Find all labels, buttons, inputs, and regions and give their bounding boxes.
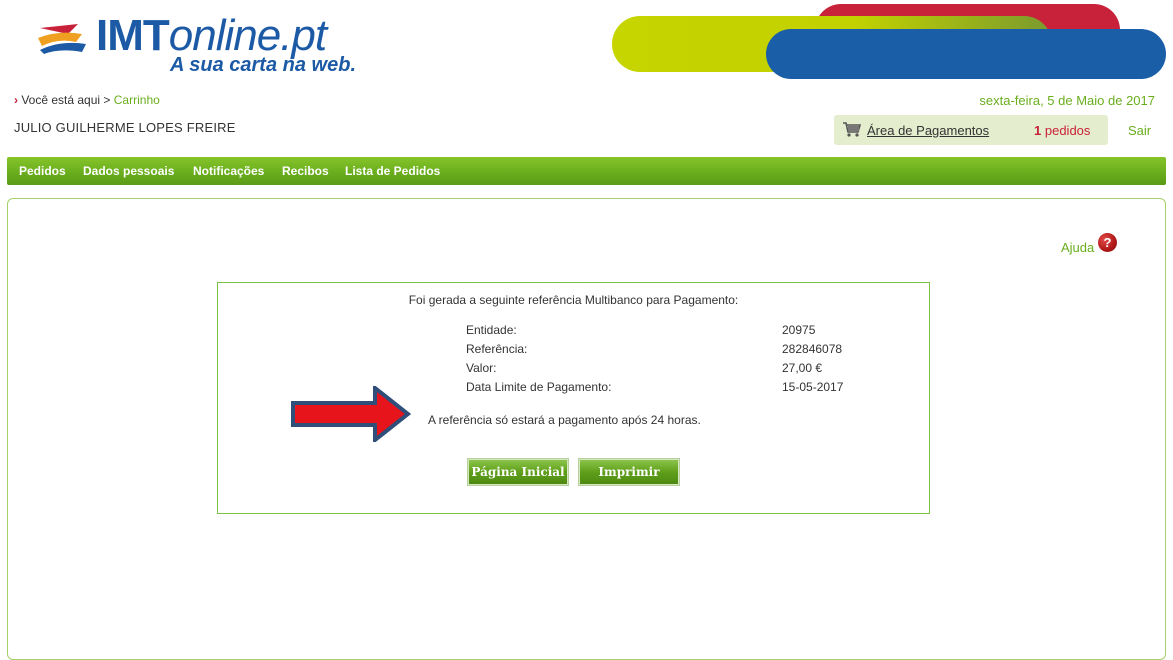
reference-label: Referência:	[466, 342, 528, 356]
deadline-label: Data Limite de Pagamento:	[466, 380, 612, 394]
current-date: sexta-feira, 5 de Maio de 2017	[979, 93, 1155, 108]
menu-item-notificacoes[interactable]: Notificações	[193, 164, 264, 178]
breadcrumb-current[interactable]: Carrinho	[114, 93, 160, 107]
entity-value: 20975	[782, 323, 816, 337]
menu-item-pedidos[interactable]: Pedidos	[19, 164, 66, 178]
logo-tagline: A sua carta na web.	[170, 54, 356, 76]
user-name: JULIO GUILHERME LOPES FREIRE	[14, 120, 236, 135]
menu-item-recibos[interactable]: Recibos	[282, 164, 329, 178]
print-button[interactable]: Imprimir	[578, 458, 680, 486]
logo-imt: IMT	[96, 11, 170, 60]
amount-label: Valor:	[466, 361, 497, 375]
orders-count-label: pedidos	[1044, 123, 1091, 138]
cart-icon	[843, 122, 861, 137]
arrow-icon	[291, 386, 411, 442]
reference-value: 282846078	[782, 342, 843, 356]
imt-logo[interactable]: IMTonline.pt A sua carta na web.	[38, 14, 368, 76]
orders-count-number: 1	[1034, 123, 1042, 138]
panel-title: Foi gerada a seguinte referência Multiba…	[408, 293, 739, 307]
main-menu: Pedidos Dados pessoais Notificações Reci…	[7, 157, 1166, 185]
deadline-value: 15-05-2017	[782, 380, 844, 394]
amount-value: 27,00 €	[782, 361, 823, 375]
logo-online: online.pt	[168, 11, 327, 60]
logo-text: IMTonline.pt	[96, 11, 327, 60]
breadcrumb-prefix: Você está aqui >	[21, 93, 111, 107]
menu-item-dados-pessoais[interactable]: Dados pessoais	[83, 164, 174, 178]
entity-label: Entidade:	[466, 323, 517, 337]
payments-box: Área de Pagamentos 1 pedidos	[834, 115, 1108, 145]
breadcrumb-chevron-icon: ›	[14, 93, 18, 107]
availability-note: A referência só estará a pagamento após …	[428, 413, 701, 427]
logout-link[interactable]: Sair	[1128, 123, 1151, 138]
logo-wave-icon	[38, 24, 86, 54]
orders-count[interactable]: 1 pedidos	[1034, 123, 1090, 138]
help-icon[interactable]: ?	[1098, 233, 1117, 252]
breadcrumb: › Você está aqui > Carrinho	[14, 93, 160, 107]
payments-area-link[interactable]: Área de Pagamentos	[867, 123, 989, 138]
home-page-button[interactable]: Página Inicial	[467, 458, 569, 486]
menu-item-lista-pedidos[interactable]: Lista de Pedidos	[345, 164, 440, 178]
help-link[interactable]: Ajuda	[1061, 240, 1094, 255]
decor-band-blue	[766, 29, 1166, 79]
